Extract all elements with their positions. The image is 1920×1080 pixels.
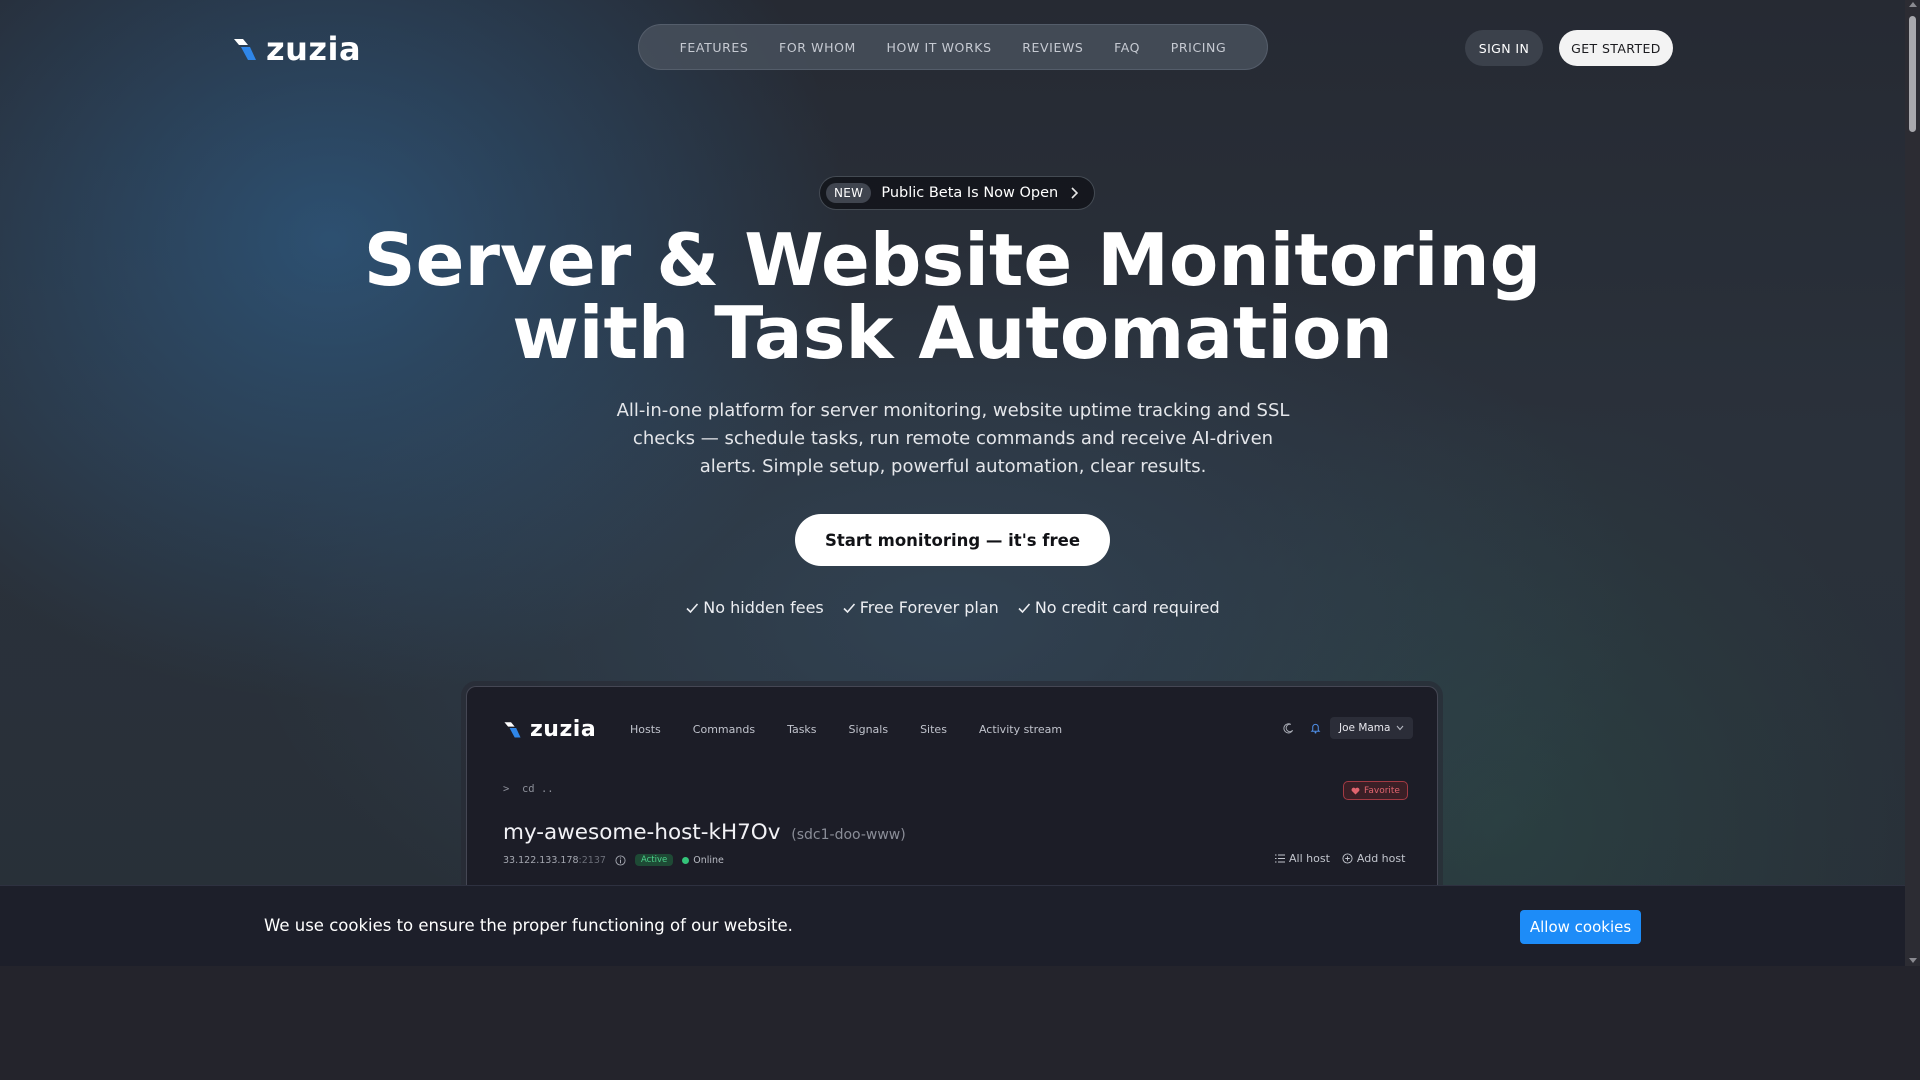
page-background-below (0, 966, 1920, 1080)
get-started-button[interactable]: GET STARTED (1559, 30, 1673, 66)
check-icon (686, 602, 699, 613)
nav-link-features[interactable]: FEATURES (680, 40, 749, 55)
moon-icon[interactable] (1283, 723, 1294, 734)
cookie-text: We use cookies to ensure the proper func… (264, 916, 793, 935)
perk-item: No hidden fees (685, 598, 824, 617)
beta-text: Public Beta Is Now Open (881, 185, 1059, 201)
start-monitoring-button[interactable]: Start monitoring — it's free (795, 514, 1110, 566)
preview-nav-sites[interactable]: Sites (920, 723, 947, 736)
hero-title-line-2: with Task Automation (512, 291, 1393, 375)
scroll-down-arrow-icon[interactable] (1909, 958, 1917, 963)
host-meta: 33.122.133.178:2137 Active Online (503, 854, 724, 866)
chevron-right-icon (1071, 187, 1079, 199)
hero-title-line-1: Server & Website Monitoring (363, 218, 1542, 302)
online-dot-icon (682, 856, 690, 864)
perks-list: No hidden fees Free Forever plan No cred… (0, 598, 1905, 617)
nav-link-reviews[interactable]: REVIEWS (1022, 40, 1083, 55)
favorite-label: Favorite (1364, 785, 1400, 796)
logo-text: zuzia (266, 30, 362, 68)
user-menu[interactable]: Joe Mama (1330, 717, 1414, 739)
main-nav: FEATURES FOR WHOM HOW IT WORKS REVIEWS F… (638, 24, 1268, 70)
perk-label: No hidden fees (703, 598, 824, 617)
brand-logo[interactable]: zuzia (232, 30, 361, 68)
plus-circle-icon (1342, 853, 1353, 864)
preview-nav-signals[interactable]: Signals (849, 723, 889, 736)
nav-link-how-it-works[interactable]: HOW IT WORKS (887, 40, 992, 55)
preview-nav-tasks[interactable]: Tasks (787, 723, 816, 736)
host-name: my-awesome-host-kH7Ov (503, 820, 781, 845)
list-icon (1275, 854, 1285, 863)
allow-cookies-button[interactable]: Allow cookies (1520, 910, 1641, 944)
nav-link-for-whom[interactable]: FOR WHOM (779, 40, 856, 55)
scroll-thumb[interactable] (1909, 16, 1916, 132)
preview-nav-activity-stream[interactable]: Activity stream (979, 723, 1062, 736)
check-icon (1018, 602, 1030, 613)
preview-nav-commands[interactable]: Commands (693, 723, 755, 736)
scrollbar[interactable] (1905, 0, 1920, 966)
logo-mark-icon (504, 722, 521, 738)
cookie-banner: We use cookies to ensure the proper func… (0, 885, 1905, 966)
viewport: zuzia FEATURES FOR WHOM HOW IT WORKS REV… (0, 0, 1905, 966)
perk-label: No credit card required (1034, 598, 1220, 617)
host-address: 33.122.133.178:2137 (503, 855, 606, 866)
add-host-button[interactable]: Add host (1342, 852, 1406, 865)
hero-subtitle: All-in-one platform for server monitorin… (616, 400, 1290, 477)
host-actions: All host Add host (1275, 852, 1405, 865)
breadcrumb-text: cd .. (521, 783, 554, 795)
all-host-button[interactable]: All host (1275, 852, 1330, 865)
host-port: :2137 (578, 854, 606, 866)
favorite-button[interactable]: Favorite (1343, 781, 1408, 800)
online-label: Online (693, 854, 724, 866)
new-tag: NEW (826, 183, 872, 203)
host-title: my-awesome-host-kH7Ov (sdc1-doo-www) (503, 820, 906, 845)
page: zuzia FEATURES FOR WHOM HOW IT WORKS REV… (0, 0, 1920, 1080)
perk-item: Free Forever plan (842, 598, 999, 617)
check-icon (843, 602, 855, 613)
preview-nav-hosts[interactable]: Hosts (630, 723, 661, 736)
status-badge: Active (634, 854, 674, 866)
sign-in-button[interactable]: SIGN IN (1465, 30, 1543, 66)
all-host-label: All host (1289, 852, 1330, 865)
add-host-label: Add host (1356, 852, 1406, 865)
host-ip: 33.122.133.178 (503, 854, 579, 866)
host-alias: (sdc1-doo-www) (791, 827, 906, 843)
online-status: Online (682, 855, 724, 866)
logo-mark-icon (234, 39, 256, 60)
perk-item: No credit card required (1017, 598, 1220, 617)
hero-title: Server & Website Monitoring with Task Au… (0, 224, 1905, 370)
chevron-down-icon (1397, 725, 1404, 731)
preview-nav: Hosts Commands Tasks Signals Sites Activ… (630, 723, 1062, 736)
perk-label: Free Forever plan (859, 598, 999, 617)
beta-announcement-badge[interactable]: NEW Public Beta Is Now Open (819, 176, 1096, 210)
user-name: Joe Mama (1339, 722, 1391, 734)
heart-icon (1351, 787, 1360, 795)
preview-logo-text: zuzia (530, 717, 597, 742)
bell-icon[interactable] (1310, 722, 1321, 734)
nav-link-pricing[interactable]: PRICING (1171, 40, 1227, 55)
back-breadcrumb[interactable]: > cd .. (503, 783, 554, 795)
scroll-up-arrow-icon[interactable] (1909, 2, 1917, 7)
terminal-prompt-icon: > (503, 783, 510, 795)
nav-link-faq[interactable]: FAQ (1114, 40, 1140, 55)
preview-logo: zuzia (503, 717, 596, 742)
info-icon[interactable] (615, 854, 626, 866)
